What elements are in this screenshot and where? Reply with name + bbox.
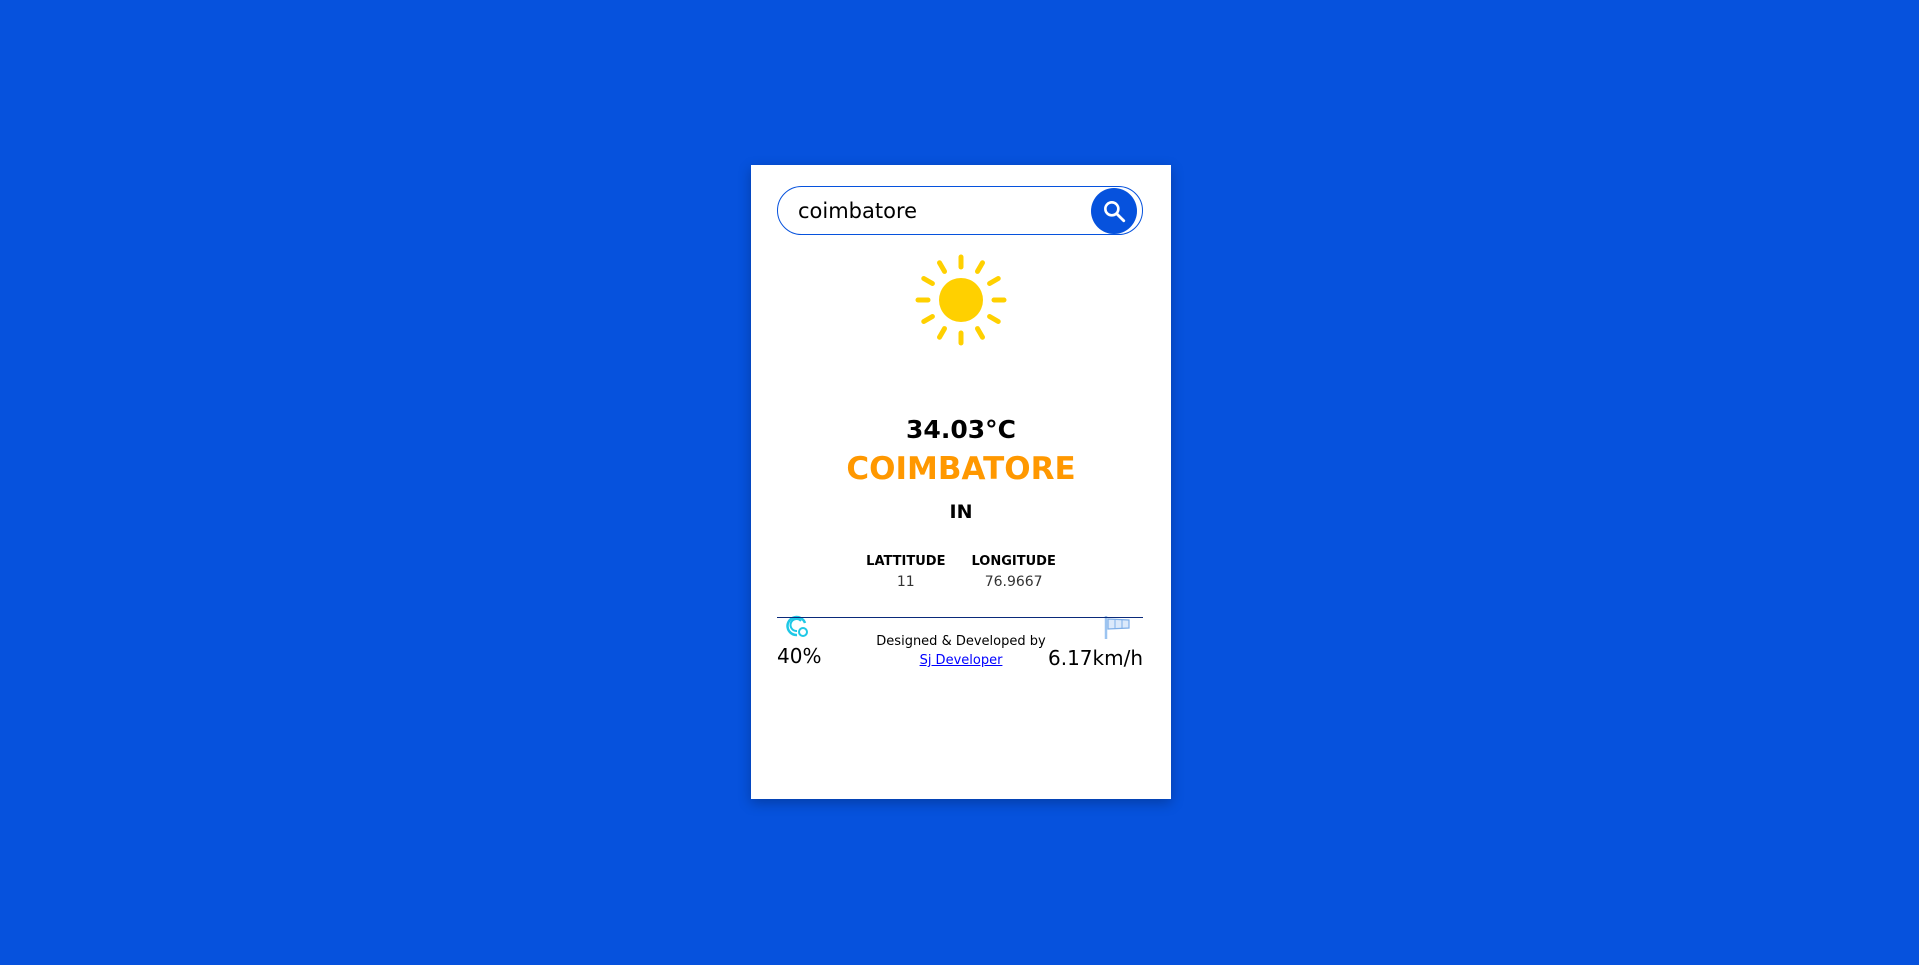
search-bar: [777, 186, 1143, 235]
country-code: IN: [949, 501, 973, 523]
longitude-label: LONGITUDE: [971, 554, 1056, 569]
sun-ray: [921, 314, 935, 324]
longitude: LONGITUDE 76.9667: [971, 554, 1055, 590]
footer-text: Designed & Developed by: [876, 634, 1046, 649]
coordinates: LATTITUDE 11 LONGITUDE 76.9667: [751, 554, 1171, 590]
developer-link[interactable]: Sj Developer: [920, 653, 1003, 668]
search-icon: [1104, 201, 1126, 223]
temperature: 34.03°C: [906, 415, 1016, 444]
sun-ray: [921, 276, 935, 286]
latitude-label: LATTITUDE: [866, 554, 946, 569]
sun-ray: [937, 260, 947, 274]
divider: [777, 617, 1143, 618]
latitude: LATTITUDE 11: [866, 554, 945, 590]
longitude-value: 76.9667: [984, 574, 1043, 590]
city-search-input[interactable]: [796, 195, 1080, 227]
sun-icon: [915, 254, 1007, 346]
sun-ray: [975, 260, 985, 274]
sun-ray: [987, 276, 1001, 286]
search-button[interactable]: [1091, 188, 1137, 234]
sun-ray: [975, 326, 985, 340]
weather-card: 34.03°C COIMBATORE IN LATTITUDE 11 LONGI…: [751, 165, 1171, 799]
sun-ray: [937, 326, 947, 340]
city-name: COIMBATORE: [846, 451, 1076, 487]
latitude-value: 11: [896, 574, 915, 590]
sun-ray: [987, 314, 1001, 324]
